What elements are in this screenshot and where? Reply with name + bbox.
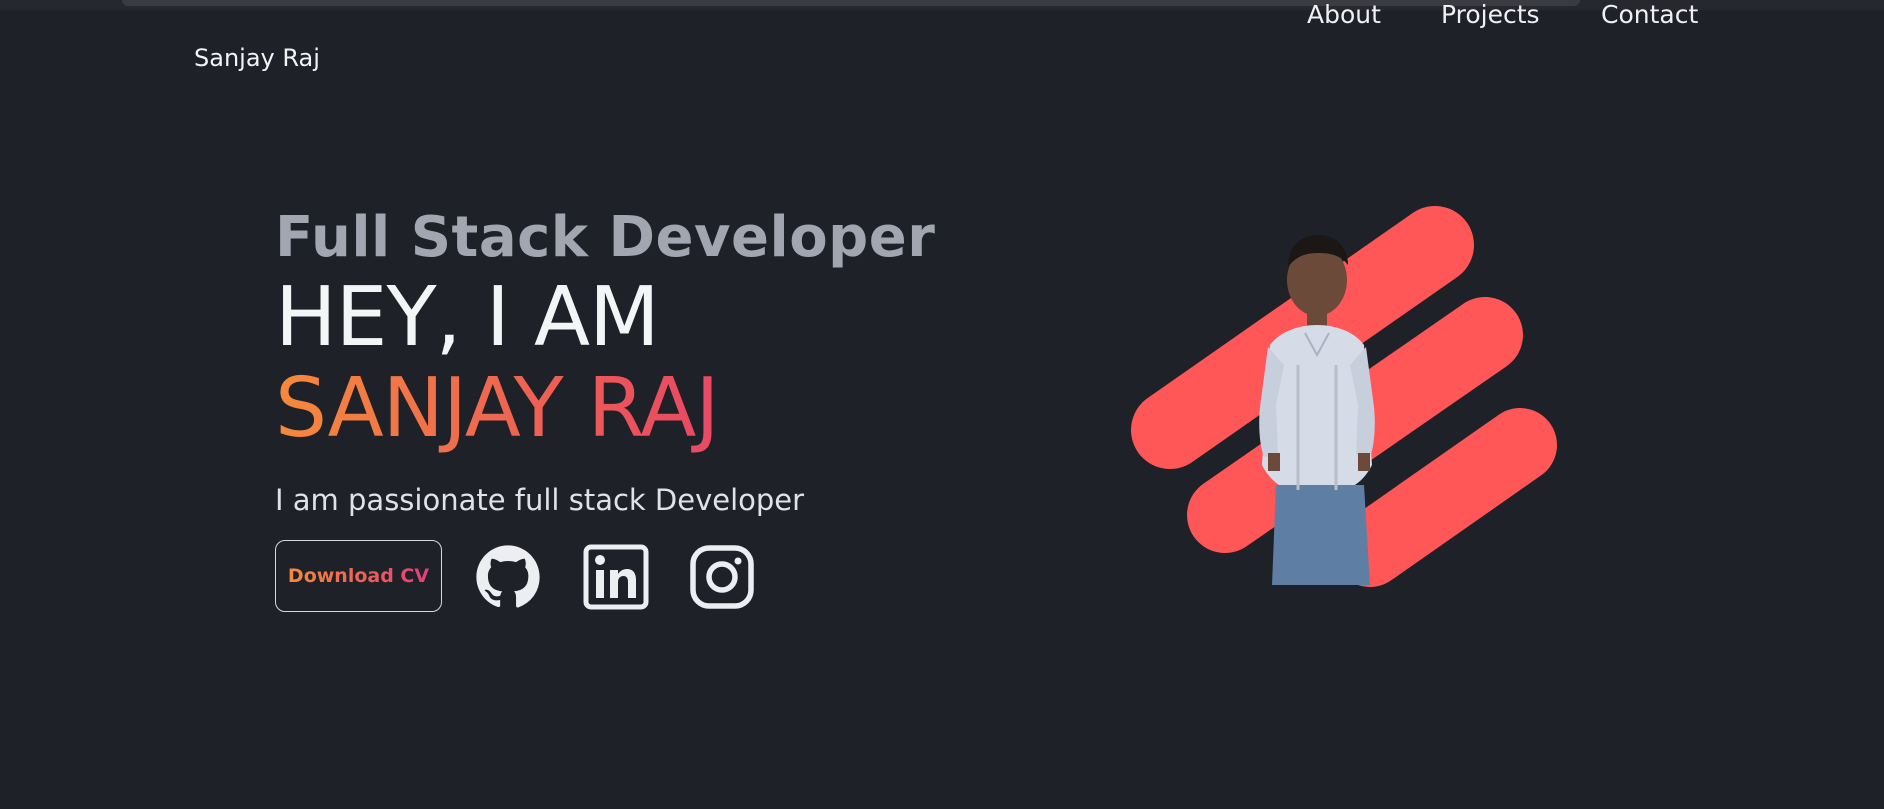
github-icon[interactable] bbox=[475, 544, 541, 610]
hero-name: SANJAY RAJ bbox=[275, 363, 975, 455]
hero-actions: Download CV bbox=[275, 540, 775, 612]
page: Sanjay Raj About Projects Contact Full S… bbox=[0, 0, 1884, 809]
download-cv-label: Download CV bbox=[287, 565, 430, 587]
linkedin-icon[interactable] bbox=[583, 544, 649, 610]
hero-greeting: HEY, I AM bbox=[275, 270, 660, 365]
download-cv-button[interactable]: Download CV bbox=[275, 540, 442, 612]
profile-image bbox=[1131, 206, 1557, 587]
nav-link-contact[interactable]: Contact bbox=[1601, 0, 1698, 29]
hero-tagline: I am passionate full stack Developer bbox=[275, 483, 805, 517]
instagram-icon[interactable] bbox=[689, 544, 755, 610]
nav-link-projects[interactable]: Projects bbox=[1441, 0, 1540, 29]
hero-role: Full Stack Developer bbox=[275, 205, 936, 270]
brand-link[interactable]: Sanjay Raj bbox=[194, 44, 320, 72]
hero-illustration bbox=[1110, 205, 1580, 605]
navbar: Sanjay Raj About Projects Contact bbox=[0, 0, 1884, 120]
hero-text: Full Stack Developer HEY, I AM SANJAY RA… bbox=[275, 205, 975, 517]
nav-link-about[interactable]: About bbox=[1307, 0, 1381, 29]
